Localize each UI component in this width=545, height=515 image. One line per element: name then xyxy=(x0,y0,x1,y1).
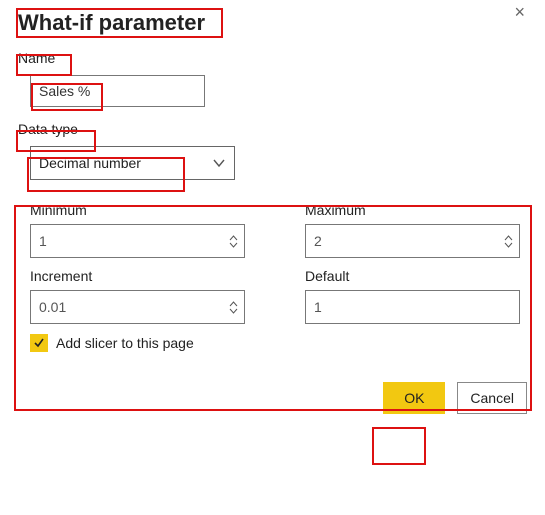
minimum-field: Minimum 1 xyxy=(30,202,245,258)
highlight-ok xyxy=(372,427,426,465)
minimum-value: 1 xyxy=(31,225,226,257)
default-field: Default 1 xyxy=(305,268,520,324)
parameter-grid: Minimum 1 Maximum 2 xyxy=(18,194,527,362)
maximum-field: Maximum 2 xyxy=(305,202,520,258)
increment-spin-buttons[interactable] xyxy=(226,291,244,323)
name-input[interactable] xyxy=(30,75,205,107)
check-icon xyxy=(33,337,45,349)
cancel-button[interactable]: Cancel xyxy=(457,382,527,414)
whatif-parameter-dialog: × What-if parameter Name Data type Decim… xyxy=(0,0,545,372)
ok-button[interactable]: OK xyxy=(383,382,445,414)
spin-down-icon[interactable] xyxy=(229,242,238,248)
maximum-spin-buttons[interactable] xyxy=(501,225,519,257)
default-label: Default xyxy=(305,268,520,284)
minimum-input[interactable]: 1 xyxy=(30,224,245,258)
increment-label: Increment xyxy=(30,268,245,284)
minimum-spin-buttons[interactable] xyxy=(226,225,244,257)
spin-down-icon[interactable] xyxy=(504,242,513,248)
datatype-value: Decimal number xyxy=(39,155,141,171)
default-value: 1 xyxy=(314,299,322,315)
default-input[interactable]: 1 xyxy=(305,290,520,324)
datatype-select[interactable]: Decimal number xyxy=(30,146,235,180)
datatype-section: Data type Decimal number xyxy=(18,121,527,180)
maximum-input[interactable]: 2 xyxy=(305,224,520,258)
increment-input[interactable]: 0.01 xyxy=(30,290,245,324)
increment-field: Increment 0.01 xyxy=(30,268,245,324)
spin-up-icon[interactable] xyxy=(229,301,238,307)
datatype-label: Data type xyxy=(18,121,78,137)
minimum-label: Minimum xyxy=(30,202,245,218)
close-icon[interactable]: × xyxy=(514,2,525,23)
chevron-down-icon xyxy=(212,156,226,170)
maximum-value: 2 xyxy=(306,225,501,257)
spin-down-icon[interactable] xyxy=(229,308,238,314)
dialog-footer: OK Cancel xyxy=(0,372,545,414)
add-slicer-label: Add slicer to this page xyxy=(56,335,194,351)
spin-up-icon[interactable] xyxy=(229,235,238,241)
slicer-checkbox-row: Add slicer to this page xyxy=(30,334,515,352)
maximum-label: Maximum xyxy=(305,202,520,218)
spin-up-icon[interactable] xyxy=(504,235,513,241)
name-section: Name xyxy=(18,50,527,107)
name-label: Name xyxy=(18,50,55,66)
add-slicer-checkbox[interactable] xyxy=(30,334,48,352)
dialog-title: What-if parameter xyxy=(18,10,205,36)
increment-value: 0.01 xyxy=(31,291,226,323)
